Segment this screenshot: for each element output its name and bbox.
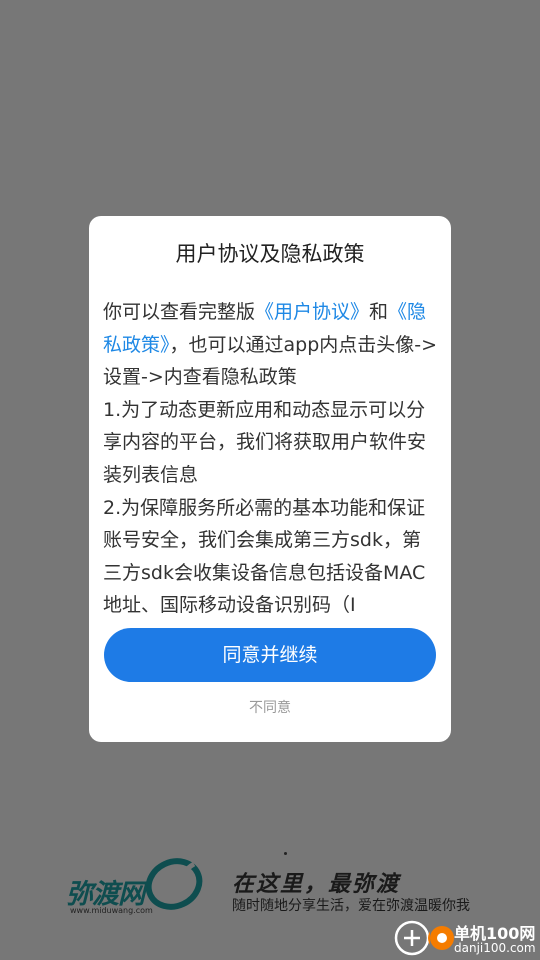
user-agreement-link[interactable]: 《用户协议》 — [255, 301, 369, 323]
and-text: 和 — [369, 301, 389, 323]
privacy-dialog: 用户协议及隐私政策 你可以查看完整版《用户协议》和《隐私政策》，也可以通过app… — [89, 216, 451, 742]
watermark-url: danji100.com — [454, 941, 536, 955]
intro-paragraph: 你可以查看完整版《用户协议》和《隐私政策》，也可以通过app内点击头像->设置-… — [103, 296, 439, 394]
disagree-button[interactable]: 不同意 — [89, 697, 451, 717]
intro-prefix: 你可以查看完整版 — [103, 301, 256, 323]
watermark-icon — [394, 920, 430, 956]
logo-url: www.miduwang.com — [70, 906, 153, 915]
body-paragraph-2: 2.为保障服务所必需的基本功能和保证账号安全，我们会集成第三方sdk，第三方sd… — [103, 496, 426, 617]
watermark: 单机100网 danji100.com — [392, 918, 540, 960]
sub-slogan: 随时随地分享生活，爱在弥渡温暖你我 — [232, 898, 470, 914]
watermark-orange-icon — [430, 926, 454, 950]
slogan: 在这里，最弥渡 — [232, 871, 401, 897]
dialog-body[interactable]: 你可以查看完整版《用户协议》和《隐私政策》，也可以通过app内点击头像->设置-… — [103, 296, 439, 626]
decorative-dot — [284, 852, 287, 855]
body-paragraph-1: 1.为了动态更新应用和动态显示可以分享内容的平台，我们将获取用户软件安装列表信息 — [103, 398, 427, 486]
agree-button[interactable]: 同意并继续 — [104, 628, 436, 682]
brand-logo: 弥渡网 www.miduwang.com — [62, 848, 212, 920]
dialog-title: 用户协议及隐私政策 — [175, 242, 365, 266]
